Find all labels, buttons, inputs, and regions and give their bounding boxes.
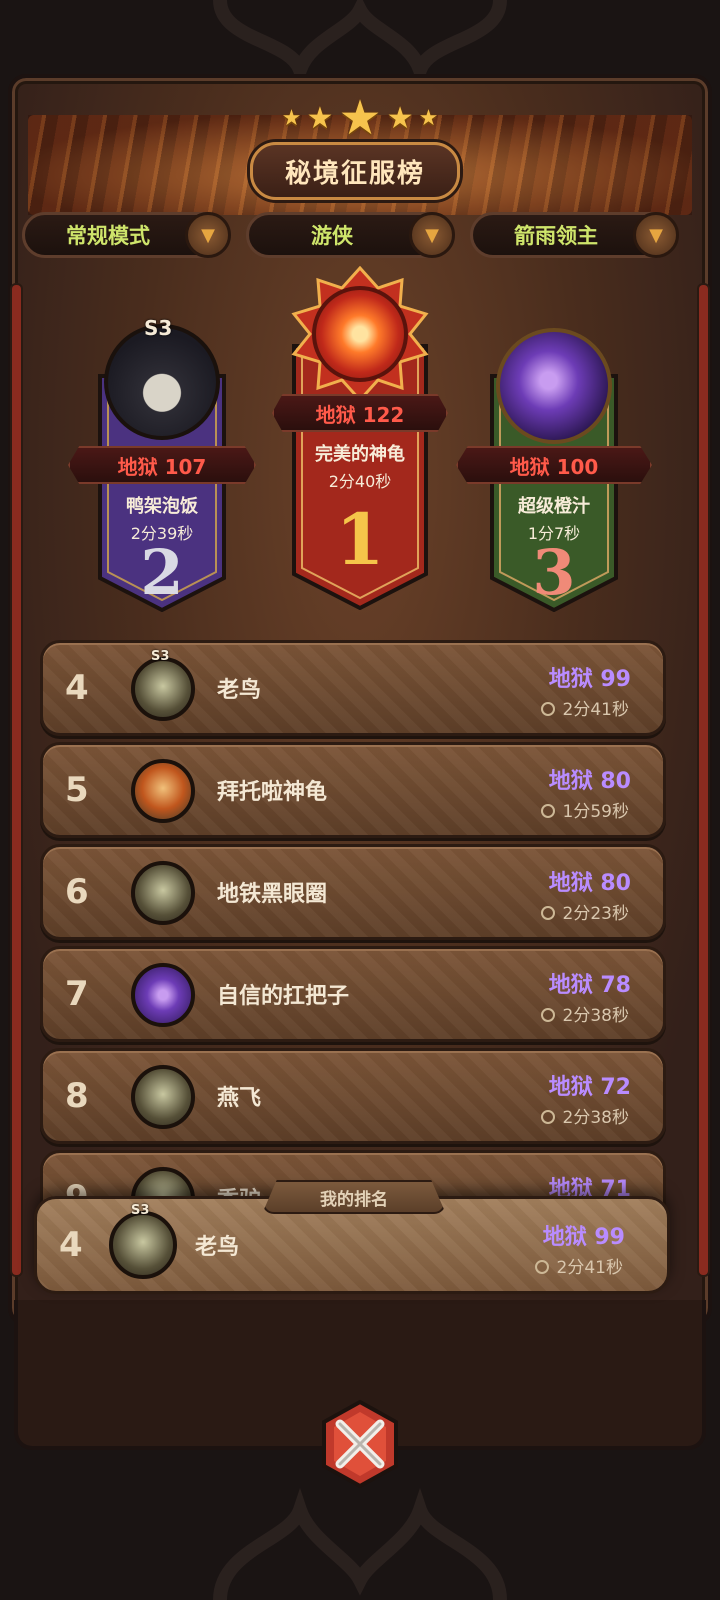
my-rank-tag: 我的排名: [262, 1180, 446, 1214]
class-filter-dropdown[interactable]: 游侠 ▼: [246, 212, 455, 258]
player-score: 地狱 99: [548, 667, 631, 692]
podium-second[interactable]: S3 地狱 107 鸭架泡饭 2分39秒 2: [68, 316, 256, 612]
dropdown-arrow-icon[interactable]: ▼: [409, 212, 455, 258]
player-name: 老鸟: [217, 678, 262, 703]
avatar: [131, 759, 195, 823]
clock-icon: [534, 1260, 549, 1274]
player-time: 1分59秒: [540, 797, 629, 822]
player-score: 地狱 99: [542, 1225, 625, 1250]
filter-bar: 常规模式 ▼ 游侠 ▼ 箭雨领主 ▼: [22, 212, 698, 260]
avatar: [109, 1211, 177, 1279]
player-name: 超级橙汁: [518, 496, 590, 517]
player-time: 2分41秒: [540, 695, 629, 720]
rank-number: 3: [532, 536, 576, 609]
row-rank: 4: [65, 668, 89, 708]
avatar: [131, 657, 195, 721]
player-name: 完美的神龟: [315, 444, 405, 465]
podium-first[interactable]: 地狱 122 完美的神龟 2分40秒 1: [272, 266, 448, 610]
star-icon: ★: [386, 100, 414, 136]
player-name: 燕飞: [217, 1086, 262, 1111]
score-ribbon: 地狱 107: [68, 446, 256, 484]
table-row[interactable]: 5 拜托啦神龟 地狱 80 1分59秒: [40, 742, 666, 838]
player-score: 地狱 80: [548, 769, 631, 794]
podium-third[interactable]: 地狱 100 超级橙汁 1分7秒 3: [456, 326, 652, 612]
avatar: [131, 861, 195, 925]
score-ribbon: 地狱 100: [456, 446, 652, 484]
row-rank: 5: [65, 770, 89, 810]
avatar: [104, 324, 220, 440]
avatar: [131, 1065, 195, 1129]
star-icon: ★: [418, 105, 439, 131]
season-badge: S3: [131, 1203, 150, 1218]
table-row[interactable]: 4 S3 老鸟 地狱 99 2分41秒: [40, 640, 666, 736]
left-rail: [12, 285, 21, 1275]
player-name: 拜托啦神龟: [217, 780, 328, 805]
rating-stars: ★ ★ ★ ★ ★: [0, 90, 720, 146]
season-badge: S3: [144, 316, 173, 340]
row-rank: 6: [65, 872, 89, 912]
rank-number: 1: [335, 498, 385, 581]
row-rank: 7: [65, 974, 89, 1014]
mode-filter-dropdown[interactable]: 常规模式 ▼: [22, 212, 231, 258]
player-name: 自信的扛把子: [217, 984, 350, 1009]
dropdown-arrow-icon[interactable]: ▼: [633, 212, 679, 258]
close-x-icon[interactable]: [314, 1398, 406, 1490]
row-rank: 8: [65, 1076, 89, 1116]
player-time: 2分40秒: [328, 472, 392, 491]
right-rail: [699, 285, 708, 1275]
player-time: 2分23秒: [540, 899, 629, 924]
player-name: 鸭架泡饭: [126, 496, 198, 517]
row-rank: 4: [59, 1225, 83, 1265]
flame-emblem-icon: [312, 286, 408, 382]
player-score: 地狱 78: [548, 973, 631, 998]
player-name: 地铁黑眼圈: [217, 882, 328, 907]
player-time: 2分38秒: [540, 1001, 629, 1026]
clock-icon: [540, 906, 555, 920]
table-row[interactable]: 6 地铁黑眼圈 地狱 80 2分23秒: [40, 844, 666, 940]
score-ribbon: 地狱 122: [272, 394, 448, 432]
clock-icon: [540, 1008, 555, 1022]
table-row[interactable]: 7 自信的扛把子 地狱 78 2分38秒: [40, 946, 666, 1042]
player-score: 地狱 80: [548, 871, 631, 896]
clock-icon: [540, 1110, 555, 1124]
rank-number: 2: [140, 536, 184, 609]
clock-icon: [540, 804, 555, 818]
star-icon: ★: [338, 90, 382, 146]
player-name: 老鸟: [195, 1235, 240, 1260]
star-icon: ★: [281, 105, 302, 131]
player-score: 地狱 72: [548, 1075, 631, 1100]
avatar: [131, 963, 195, 1027]
table-row[interactable]: 8 燕飞 地狱 72 2分38秒: [40, 1048, 666, 1144]
player-time: 2分41秒: [534, 1253, 623, 1278]
player-time: 2分38秒: [540, 1103, 629, 1128]
season-badge: S3: [151, 649, 170, 664]
dropdown-arrow-icon[interactable]: ▼: [185, 212, 231, 258]
star-icon: ★: [306, 100, 334, 136]
page-title: 秘境征服榜: [250, 142, 460, 200]
clock-icon: [540, 702, 555, 716]
boss-filter-dropdown[interactable]: 箭雨领主 ▼: [470, 212, 679, 258]
moon-emblem-icon: [496, 328, 612, 444]
